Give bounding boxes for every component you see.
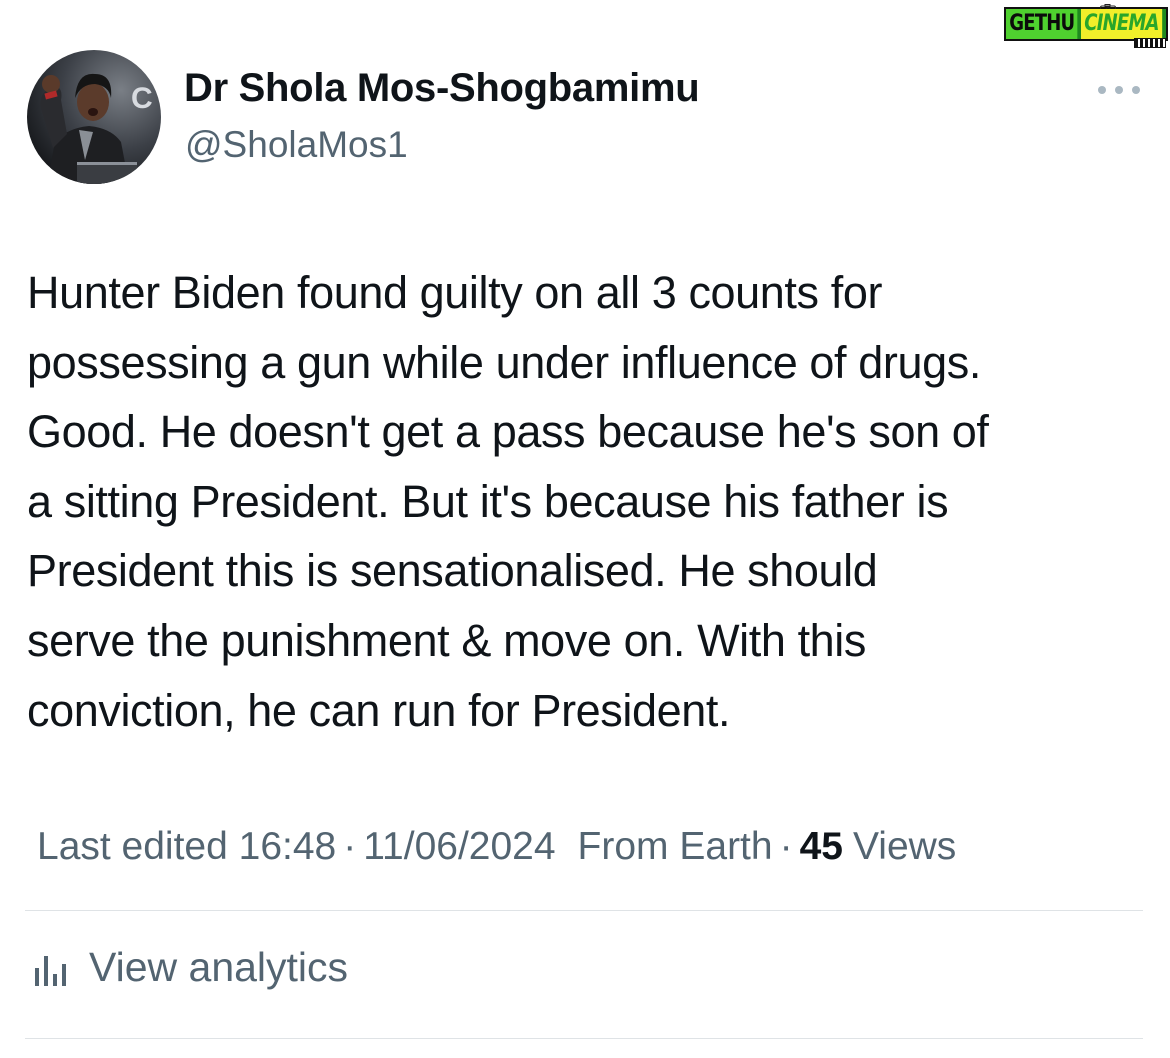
tweet-text-line: Hunter Biden found guilty on all 3 count… — [27, 267, 883, 318]
author-handle[interactable]: @SholaMos1 — [185, 124, 408, 166]
more-options-icon[interactable] — [1098, 82, 1140, 98]
tweet-text-line: Good. He doesn't get a pass because he's… — [27, 406, 989, 458]
tweet-text-line: conviction, he can run for President. — [27, 684, 731, 736]
views-count: 45 — [799, 825, 843, 868]
meta-separator: · — [779, 825, 793, 868]
tweet-date[interactable]: 11/06/2024 — [363, 825, 555, 869]
avatar[interactable]: C — [27, 50, 161, 184]
film-strip-icon — [1134, 38, 1166, 48]
more-dot — [1115, 86, 1123, 94]
views-label: Views — [852, 825, 957, 868]
view-analytics-label: View analytics — [89, 944, 349, 990]
more-dot — [1132, 86, 1140, 94]
tweet-text: Hunter Biden found guilty on all 3 count… — [27, 258, 1147, 745]
profile-photo: C — [27, 50, 161, 184]
tweet-meta: Last edited 16:48 · 11/06/2024 From Eart… — [37, 825, 956, 869]
tweet-text-line: serve the punishment & move on. With thi… — [27, 614, 866, 666]
meta-separator: · — [343, 825, 357, 868]
bar-chart-icon — [35, 955, 66, 986]
more-dot — [1098, 86, 1106, 94]
author-display-name[interactable]: Dr Shola Mos-Shogbamimu — [184, 66, 700, 111]
divider — [25, 910, 1143, 911]
edited-timestamp[interactable]: Last edited 16:48 — [37, 825, 336, 869]
tweet-text-line: a sitting President. But it's because hi… — [27, 475, 949, 527]
svg-text:C: C — [131, 82, 153, 115]
tweet-text-line: President this is sensationalised. He sh… — [27, 545, 878, 597]
watermark-logo: GETHU CINEMA — [1003, 4, 1168, 48]
view-analytics-button[interactable]: View analytics — [33, 944, 348, 991]
tweet-text-line: possessing a gun while under influence o… — [27, 336, 981, 388]
watermark-text-primary: GETHU — [1005, 9, 1078, 39]
divider — [25, 1038, 1143, 1039]
watermark-box: GETHU CINEMA — [1003, 7, 1168, 41]
watermark-text-secondary: CINEMA — [1081, 9, 1163, 39]
tweet-source: From Earth — [577, 825, 773, 868]
